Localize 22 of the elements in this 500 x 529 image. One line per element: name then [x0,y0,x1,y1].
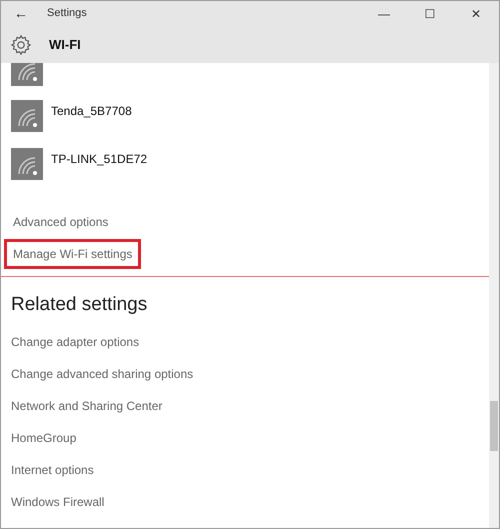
wifi-icon [11,100,43,132]
network-name[interactable]: TP-LINK_51DE72 [51,150,148,168]
settings-link[interactable]: Advanced options [4,207,118,237]
section-heading: Related settings [10,293,148,317]
close-button[interactable]: ✕ [453,1,499,26]
settings-link[interactable]: Internet options [11,460,94,478]
gear-icon [10,34,32,56]
minimize-button[interactable]: — [361,1,407,26]
window-title: Settings [47,6,87,22]
settings-link[interactable]: Windows Firewall [11,492,104,510]
wifi-icon [11,148,43,180]
scrollbar-thumb[interactable] [490,401,498,451]
network-name[interactable]: Tenda_5B7708 [51,102,132,120]
settings-link[interactable]: Change adapter options [11,332,140,350]
page-title: WI-FI [49,36,81,54]
scrollbar[interactable] [489,63,499,528]
settings-link[interactable]: HomeGroup [11,428,76,446]
maximize-button[interactable]: ☐ [407,1,453,26]
settings-link[interactable]: Network and Sharing Center [11,396,162,414]
back-button[interactable]: ← [1,3,41,24]
settings-link[interactable]: Manage Wi-Fi settings [4,239,142,269]
settings-link[interactable]: Change advanced sharing options [11,364,194,382]
